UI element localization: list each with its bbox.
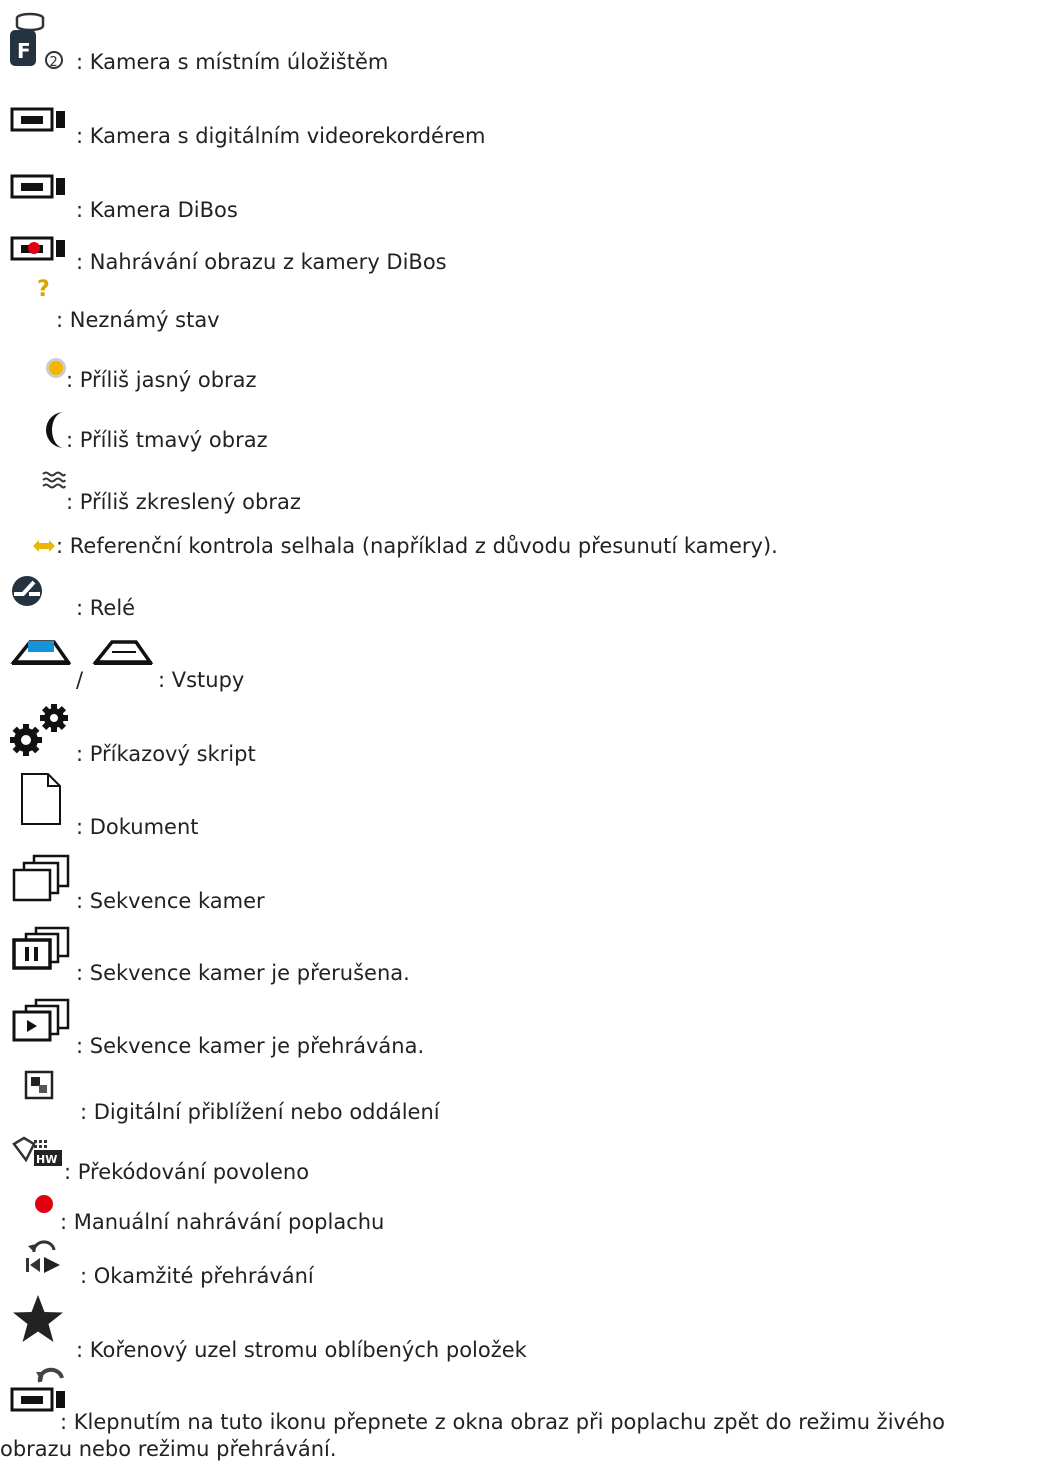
- reference-check-failed-icon: [32, 538, 56, 554]
- inputs-icon: [10, 636, 72, 666]
- legend-text: : Relé: [76, 596, 136, 620]
- legend-text: : Kamera DiBos: [76, 198, 238, 222]
- legend-text: : Sekvence kamer: [76, 889, 265, 913]
- legend-text: : Nahrávání obrazu z kamery DiBos: [76, 250, 447, 274]
- sequence-paused-icon: [10, 926, 72, 974]
- legend-text: : Klepnutím na tuto ikonu přepnete z okn…: [60, 1410, 946, 1434]
- transcoding-icon: HW: [12, 1136, 64, 1168]
- digital-zoom-icon: [24, 1070, 54, 1100]
- input-inactive-icon: [92, 636, 154, 666]
- legend-text: : Příliš tmavý obraz: [66, 428, 268, 452]
- sequence-playing-icon: [10, 998, 72, 1046]
- unknown-state-icon: ?: [36, 276, 54, 300]
- legend-text: : Příliš jasný obraz: [66, 368, 257, 392]
- dibos-camera-icon: [10, 174, 70, 200]
- camera-sequence-icon: [10, 854, 72, 904]
- legend-text: : Neznámý stav: [56, 308, 220, 332]
- too-bright-icon: [44, 356, 68, 380]
- legend-text: : Manuální nahrávání poplachu: [60, 1210, 385, 1234]
- legend-text: : Příkazový skript: [76, 742, 256, 766]
- dibos-recording-camera-icon: [10, 236, 70, 262]
- svg-text:HW: HW: [36, 1153, 57, 1166]
- command-script-icon: [8, 700, 72, 760]
- relay-icon: [10, 574, 44, 608]
- local-storage-camera-icon: F 2: [8, 8, 74, 74]
- too-dark-icon: [42, 410, 68, 450]
- legend-text: : Kamera s místním úložištěm: [76, 50, 389, 74]
- legend-text: : Digitální přiblížení nebo oddálení: [80, 1100, 440, 1124]
- back-to-live-icon: [10, 1364, 70, 1414]
- svg-text:2: 2: [50, 55, 58, 70]
- legend-text: : Kořenový uzel stromu oblíbených polože…: [76, 1338, 527, 1362]
- inputs-separator: /: [76, 668, 84, 692]
- document-icon: [20, 772, 64, 826]
- legend-text: : Referenční kontrola selhala (například…: [56, 534, 778, 558]
- manual-alarm-recording-icon: [34, 1194, 54, 1214]
- legend-text: : Příliš zkreslený obraz: [66, 490, 301, 514]
- legend-text-continuation: obrazu nebo režimu přehrávání.: [0, 1437, 337, 1461]
- too-noisy-icon: [42, 470, 66, 490]
- dvr-camera-icon: [10, 107, 70, 133]
- legend-text: : Vstupy: [158, 668, 245, 692]
- svg-text:?: ?: [37, 277, 50, 300]
- legend-text: : Překódování povoleno: [64, 1160, 310, 1184]
- legend-text: : Sekvence kamer je přerušena.: [76, 961, 410, 985]
- legend-text: : Okamžité přehrávání: [80, 1264, 314, 1288]
- legend-text: : Kamera s digitálním videorekordérem: [76, 124, 486, 148]
- instant-playback-icon: [24, 1238, 64, 1274]
- svg-text:F: F: [17, 39, 31, 63]
- legend-text: : Dokument: [76, 815, 199, 839]
- favorites-root-icon: [12, 1294, 64, 1344]
- legend-text: : Sekvence kamer je přehrávána.: [76, 1034, 425, 1058]
